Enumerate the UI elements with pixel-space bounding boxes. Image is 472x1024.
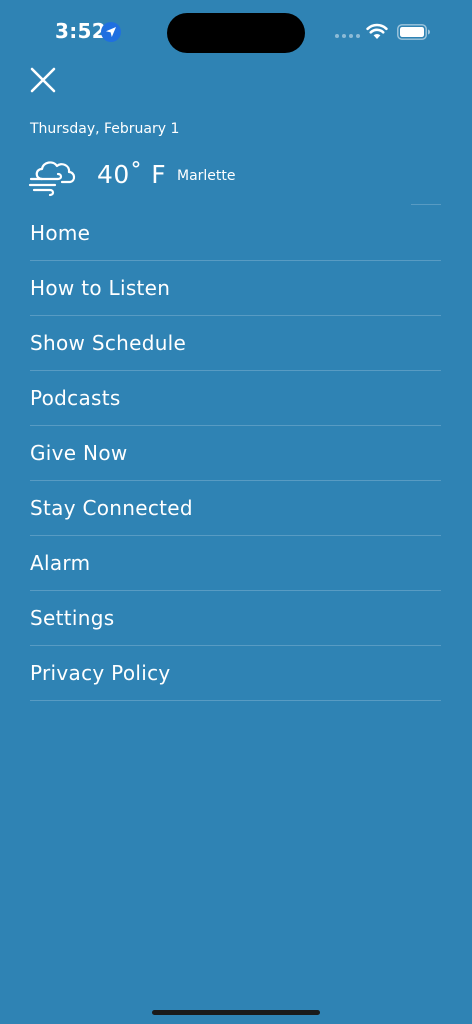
- menu-item-settings[interactable]: Settings: [30, 591, 441, 646]
- menu-item-label: Give Now: [30, 441, 128, 465]
- menu-item-label: Settings: [30, 606, 115, 630]
- status-time: 3:52: [55, 19, 106, 43]
- location-label: Marlette: [177, 168, 236, 184]
- menu-item-label: Show Schedule: [30, 331, 187, 355]
- divider: [411, 204, 441, 205]
- location-arrow-icon: [101, 22, 121, 42]
- menu-item-label: Podcasts: [30, 386, 121, 410]
- windy-cloud-icon: [28, 161, 76, 197]
- menu-item-label: Privacy Policy: [30, 661, 171, 685]
- dynamic-island: [167, 13, 305, 53]
- menu-item-podcasts[interactable]: Podcasts: [30, 371, 441, 426]
- close-button[interactable]: [28, 65, 58, 95]
- status-bar: 3:52: [0, 0, 472, 64]
- cellular-signal-icon: [335, 34, 360, 38]
- home-indicator[interactable]: [152, 1010, 320, 1015]
- navigation-menu: Home How to Listen Show Schedule Podcast…: [30, 206, 441, 701]
- close-icon[interactable]: [28, 65, 58, 95]
- menu-item-label: How to Listen: [30, 276, 171, 300]
- date-label: Thursday, February 1: [30, 121, 180, 137]
- battery-icon: [397, 24, 430, 40]
- menu-item-privacy-policy[interactable]: Privacy Policy: [30, 646, 441, 701]
- menu-item-label: Home: [30, 221, 91, 245]
- menu-item-label: Stay Connected: [30, 496, 193, 520]
- menu-item-stay-connected[interactable]: Stay Connected: [30, 481, 441, 536]
- menu-item-give-now[interactable]: Give Now: [30, 426, 441, 481]
- menu-item-show-schedule[interactable]: Show Schedule: [30, 316, 441, 371]
- menu-item-how-to-listen[interactable]: How to Listen: [30, 261, 441, 316]
- temperature: 40˚ F: [97, 160, 167, 189]
- menu-item-label: Alarm: [30, 551, 91, 575]
- menu-item-home[interactable]: Home: [30, 206, 441, 261]
- wifi-icon: [366, 23, 388, 39]
- menu-item-alarm[interactable]: Alarm: [30, 536, 441, 591]
